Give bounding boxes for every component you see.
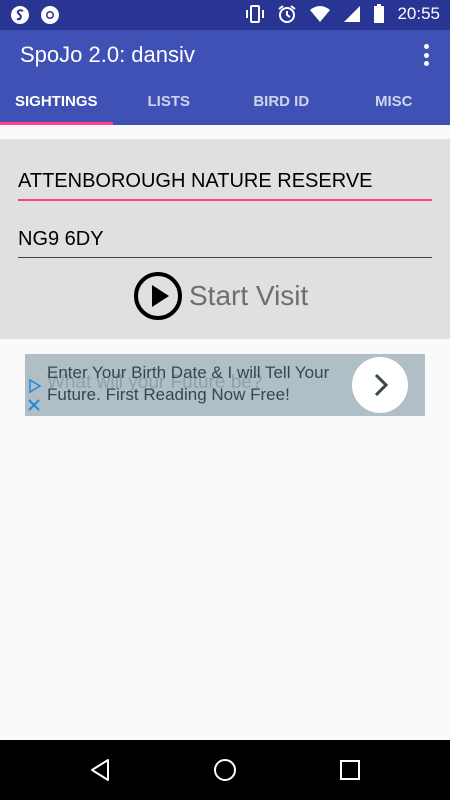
ad-text-line2: Future. First Reading Now Free! [47, 385, 290, 404]
back-icon[interactable] [88, 758, 112, 782]
tab-misc[interactable]: MISC [338, 85, 450, 125]
ad-text-line1: Enter Your Birth Date & I will Tell Your [47, 363, 330, 382]
vibrate-icon [246, 5, 265, 23]
play-icon [134, 272, 182, 320]
adchoices-icon[interactable] [28, 379, 42, 393]
cell-signal-icon [344, 6, 361, 22]
chevron-right-icon [374, 373, 389, 397]
ad-text: Enter Your Birth Date & I will Tell Your… [47, 362, 357, 406]
recents-icon[interactable] [339, 759, 361, 781]
wifi-icon [310, 6, 331, 22]
status-bar: 20:55 [0, 0, 450, 30]
app-bar: SpoJo 2.0: dansiv SIGHTINGS LISTS BIRD I… [0, 30, 450, 125]
alarm-icon [278, 5, 297, 23]
start-visit-label: Start Visit [189, 280, 309, 311]
overflow-menu-icon[interactable] [424, 44, 430, 66]
clock-time: 20:55 [397, 4, 440, 23]
navigation-bar [0, 740, 450, 800]
ad-arrow-button[interactable] [352, 357, 408, 413]
tab-lists[interactable]: LISTS [113, 85, 226, 125]
sync-app-icon [11, 6, 29, 24]
close-ad-icon[interactable] [28, 399, 40, 411]
active-tab-indicator [0, 122, 113, 125]
start-visit-button[interactable]: Start Visit [133, 271, 308, 321]
tab-bird-id[interactable]: BIRD ID [225, 85, 338, 125]
tab-bar: SIGHTINGS LISTS BIRD ID MISC [0, 85, 450, 125]
chrome-icon [41, 6, 59, 24]
tab-sightings[interactable]: SIGHTINGS [0, 85, 113, 125]
visit-card: ATTENBOROUGH NATURE RESERVE NG9 6DY Star… [0, 139, 450, 339]
home-icon[interactable] [212, 757, 238, 783]
location-field[interactable]: ATTENBOROUGH NATURE RESERVE [18, 170, 432, 201]
ad-banner[interactable]: What will your Future be? Enter Your Bir… [25, 354, 425, 416]
postcode-field[interactable]: NG9 6DY [18, 228, 432, 258]
app-title: SpoJo 2.0: dansiv [20, 42, 195, 67]
battery-icon [374, 4, 385, 23]
